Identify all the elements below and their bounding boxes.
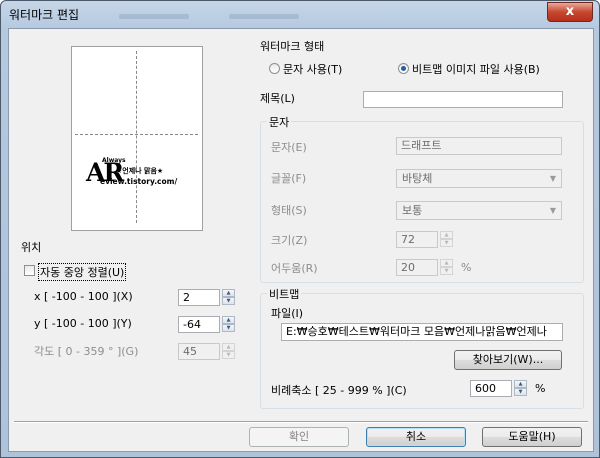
spin-up-icon[interactable]: ▲ (222, 289, 235, 297)
window-title: 워터마크 편집 (9, 8, 80, 22)
spin-down-icon[interactable]: ▼ (222, 324, 235, 332)
close-button[interactable]: x (547, 2, 593, 22)
x-position-label: x [ -100 - 100 ](X) (34, 290, 133, 303)
size-label: 크기(Z) (271, 234, 308, 247)
size-stepper: ▲ ▼ (440, 231, 453, 248)
spin-up-icon[interactable]: ▲ (222, 316, 235, 324)
ok-button[interactable]: 확인 (249, 427, 349, 447)
text-label: 문자(E) (271, 141, 307, 154)
title-bar-ghost (119, 14, 189, 19)
style-select: 보통 ▼ (396, 201, 562, 220)
close-icon: x (565, 4, 575, 19)
darkness-unit: % (461, 261, 472, 274)
font-label: 글꼴(F) (271, 172, 307, 185)
spin-down-icon[interactable]: ▼ (514, 388, 527, 396)
text-type-label[interactable]: 문자 사용(T) (283, 61, 342, 77)
position-heading: 위치 (21, 241, 42, 254)
spin-up-icon[interactable]: ▲ (514, 380, 527, 388)
angle-input: 45 (178, 343, 220, 360)
size-input: 72 (396, 231, 438, 248)
spin-down-icon[interactable]: ▼ (222, 297, 235, 305)
text-type-radio[interactable] (269, 63, 280, 74)
auto-center-label[interactable]: 자동 중앙 정렬(U) (38, 263, 127, 281)
bitmap-type-radio[interactable] (398, 63, 409, 74)
help-button[interactable]: 도움말(H) (482, 427, 582, 447)
title-bar-ghost (229, 14, 299, 19)
watermark-type-heading: 워터마크 형태 (260, 40, 325, 53)
text-input: 드래프트 (396, 137, 562, 155)
dialog-body: AR Always ★언제나 맑음★ eview.tistory.com/ 위치… (8, 28, 594, 452)
watermark-edit-dialog: 워터마크 편집 x AR Always ★언제나 맑음★ eview.tisto… (0, 0, 600, 458)
spin-down-icon: ▼ (222, 351, 235, 359)
title-bar[interactable]: 워터마크 편집 x (1, 1, 599, 27)
x-position-stepper[interactable]: ▲ ▼ (222, 289, 235, 306)
file-label: 파일(I) (271, 307, 304, 320)
chevron-down-icon: ▼ (549, 206, 556, 215)
watermark-preview-image: AR Always ★언제나 맑음★ eview.tistory.com/ (86, 157, 178, 187)
font-select: 바탕체 ▼ (396, 169, 562, 188)
title-input[interactable] (363, 91, 563, 108)
spin-down-icon: ▼ (440, 239, 453, 247)
file-path-input[interactable]: E:₩승호₩테스트₩워터마크 모음₩언제나맑음₩언제나 (281, 323, 563, 341)
darkness-label: 어두움(R) (271, 262, 318, 275)
angle-label: 각도 [ 0 - 359 ° ](G) (34, 345, 139, 358)
preview-vertical-guide (136, 51, 137, 223)
auto-center-checkbox[interactable] (24, 265, 35, 276)
bitmap-group-heading: 비트맵 (267, 286, 302, 302)
scale-unit: % (535, 382, 546, 395)
spin-up-icon: ▲ (440, 259, 453, 267)
y-position-input[interactable]: -64 (178, 316, 220, 333)
footer-divider (14, 421, 588, 423)
y-position-label: y [ -100 - 100 ](Y) (34, 317, 132, 330)
scale-stepper[interactable]: ▲ ▼ (514, 380, 527, 397)
bitmap-type-label[interactable]: 비트맵 이미지 파일 사용(B) (412, 61, 540, 77)
browse-button[interactable]: 찾아보기(W)... (454, 350, 562, 370)
title-label: 제목(L) (260, 92, 295, 105)
x-position-input[interactable]: 2 (178, 289, 220, 306)
y-position-stepper[interactable]: ▲ ▼ (222, 316, 235, 333)
chevron-down-icon: ▼ (549, 174, 556, 183)
darkness-input: 20 (396, 259, 438, 276)
spin-up-icon: ▲ (440, 231, 453, 239)
darkness-stepper: ▲ ▼ (440, 259, 453, 276)
scale-label: 비례축소 [ 25 - 999 % ](C) (271, 384, 407, 397)
spin-down-icon: ▼ (440, 267, 453, 275)
angle-stepper: ▲ ▼ (222, 343, 235, 360)
cancel-button[interactable]: 취소 (366, 427, 466, 447)
text-group-heading: 문자 (267, 114, 292, 130)
style-label: 형태(S) (271, 204, 307, 217)
spin-up-icon: ▲ (222, 343, 235, 351)
page-preview: AR Always ★언제나 맑음★ eview.tistory.com/ (71, 46, 203, 231)
scale-input[interactable]: 600 (470, 380, 512, 397)
preview-horizontal-guide (75, 134, 198, 135)
